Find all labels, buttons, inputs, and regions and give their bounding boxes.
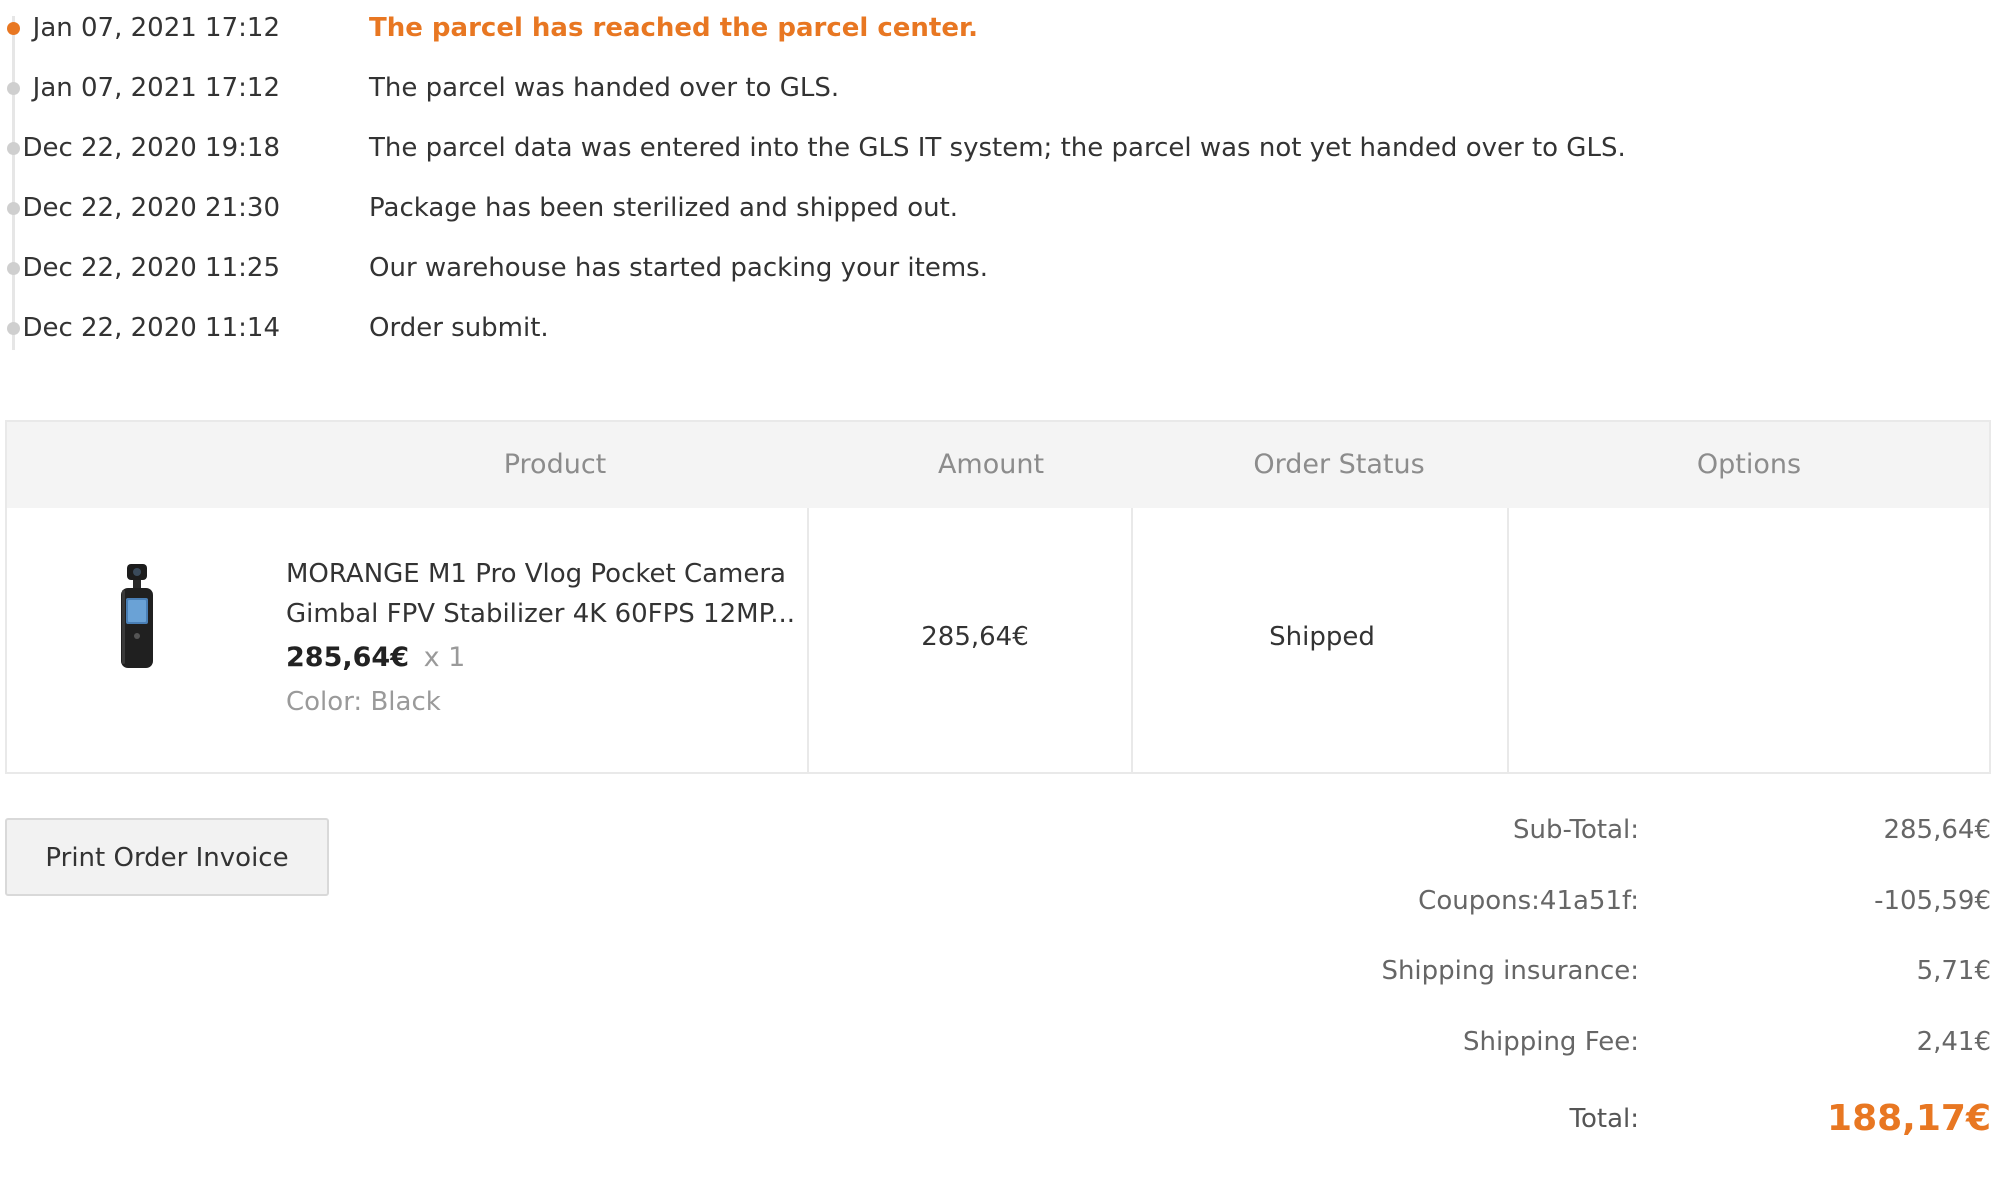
event-time: Dec 22, 2020 21:30 — [22, 193, 280, 223]
timeline-event: Dec 22, 2020 21:30 Package has been ster… — [0, 180, 1960, 240]
shipping-insurance-label: Shipping insurance: — [1381, 956, 1639, 986]
product-quantity: x 1 — [423, 642, 466, 673]
print-order-invoice-button[interactable]: Print Order Invoice — [5, 818, 329, 896]
product-color: Color: Black — [286, 687, 441, 717]
table-header: Product Amount Order Status Options — [7, 422, 1989, 508]
event-time: Dec 22, 2020 11:25 — [22, 253, 280, 283]
timeline-event: Jan 07, 2021 17:12 The parcel has reache… — [0, 0, 1960, 60]
total-label: Total: — [1569, 1104, 1639, 1134]
timeline-event: Dec 22, 2020 19:18 The parcel data was e… — [0, 120, 1960, 180]
shipping-insurance-row: Shipping insurance: 5,71€ — [1200, 946, 1991, 996]
event-description: The parcel data was entered into the GLS… — [369, 133, 1626, 163]
timeline-event: Dec 22, 2020 11:14 Order submit. — [0, 300, 1960, 360]
product-image[interactable] — [107, 562, 167, 672]
timeline-event: Dec 22, 2020 11:25 Our warehouse has sta… — [0, 240, 1960, 300]
item-amount: 285,64€ — [921, 622, 1029, 652]
pocket-camera-gimbal-icon — [121, 564, 153, 668]
column-header-amount: Amount — [937, 449, 1045, 480]
column-divider — [807, 508, 809, 772]
timeline-event: Jan 07, 2021 17:12 The parcel was handed… — [0, 60, 1960, 120]
shipping-fee-row: Shipping Fee: 2,41€ — [1200, 1017, 1991, 1067]
column-header-options: Options — [1696, 449, 1802, 480]
product-price-line: 285,64€ x 1 — [286, 642, 465, 673]
event-description: Order submit. — [369, 313, 549, 343]
coupon-value: -105,59€ — [1874, 886, 1991, 916]
event-description: The parcel was handed over to GLS. — [369, 73, 840, 103]
coupon-row: Coupons:41a51f: -105,59€ — [1200, 876, 1991, 926]
shipping-fee-label: Shipping Fee: — [1463, 1027, 1639, 1057]
order-totals: Sub-Total: 285,64€ Coupons:41a51f: -105,… — [1200, 800, 1991, 1160]
timeline-dot — [7, 322, 20, 335]
shipping-fee-value: 2,41€ — [1916, 1027, 1991, 1057]
event-time: Jan 07, 2021 17:12 — [32, 13, 280, 43]
coupon-label: Coupons:41a51f: — [1418, 886, 1639, 916]
column-header-order-status: Order Status — [1253, 449, 1425, 480]
subtotal-value: 285,64€ — [1883, 815, 1991, 845]
event-time: Dec 22, 2020 11:14 — [22, 313, 280, 343]
timeline-dot — [7, 142, 20, 155]
timeline-dot — [7, 82, 20, 95]
event-time: Jan 07, 2021 17:12 — [32, 73, 280, 103]
event-description: Package has been sterilized and shipped … — [369, 193, 959, 223]
timeline-dot — [7, 202, 20, 215]
timeline-dot-active — [7, 22, 20, 35]
order-items-table: Product Amount Order Status Options MORA… — [5, 420, 1991, 774]
total-value: 188,17€ — [1827, 1098, 1991, 1139]
item-order-status: Shipped — [1269, 622, 1375, 652]
event-description: Our warehouse has started packing your i… — [369, 253, 988, 283]
total-row: Total: 188,17€ — [1200, 1094, 1991, 1144]
tracking-timeline: Jan 07, 2021 17:12 The parcel has reache… — [0, 0, 1960, 350]
timeline-dot — [7, 262, 20, 275]
shipping-insurance-value: 5,71€ — [1916, 956, 1991, 986]
product-name-link[interactable]: MORANGE M1 Pro Vlog Pocket Camera Gimbal… — [286, 554, 806, 634]
subtotal-row: Sub-Total: 285,64€ — [1200, 805, 1991, 855]
subtotal-label: Sub-Total: — [1513, 815, 1639, 845]
product-unit-price: 285,64€ — [286, 642, 409, 673]
event-time: Dec 22, 2020 19:18 — [22, 133, 280, 163]
event-description: The parcel has reached the parcel center… — [369, 13, 978, 43]
